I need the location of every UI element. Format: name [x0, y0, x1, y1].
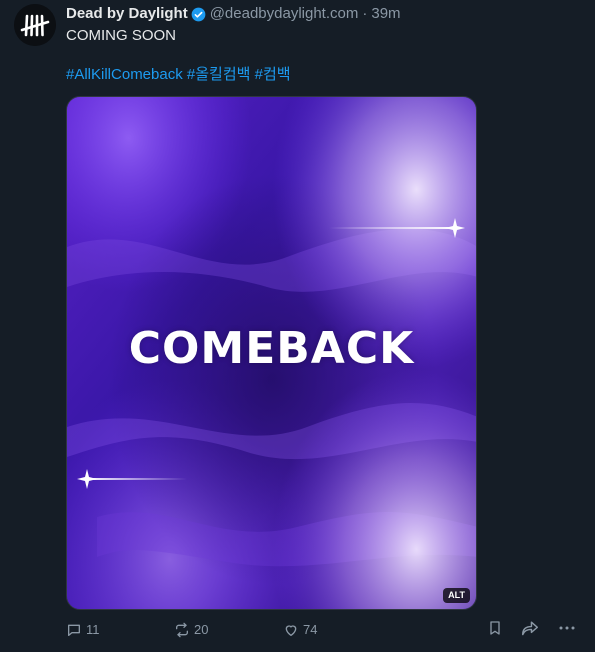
- hashtag-link[interactable]: #AllKillComeback: [66, 66, 183, 83]
- share-icon: [521, 620, 539, 636]
- repost-count: 20: [194, 622, 209, 637]
- reply-icon: [66, 622, 82, 638]
- separator: ·: [362, 5, 368, 22]
- more-icon: [558, 620, 576, 636]
- repost-button[interactable]: 20: [174, 620, 208, 640]
- handle[interactable]: @deadbydaylight.com: [210, 5, 359, 23]
- repost-icon: [174, 622, 190, 638]
- post-image[interactable]: COMEBACK ALT: [66, 96, 477, 610]
- display-name[interactable]: Dead by Daylight: [66, 5, 188, 23]
- alt-text-button[interactable]: ALT: [443, 588, 470, 603]
- hashtag-link[interactable]: #컴백: [255, 66, 291, 83]
- heart-icon: [283, 622, 299, 638]
- reply-button[interactable]: 11: [66, 620, 100, 640]
- like-count: 74: [303, 622, 318, 637]
- bookmark-icon: [487, 620, 503, 636]
- action-bar: 11 20 74: [0, 620, 595, 644]
- like-button[interactable]: 74: [283, 620, 317, 640]
- avatar[interactable]: [14, 4, 56, 46]
- post[interactable]: Dead by Daylight @deadbydaylight.com · 3…: [0, 0, 595, 652]
- post-header: Dead by Daylight @deadbydaylight.com · 3…: [66, 5, 401, 23]
- timestamp[interactable]: 39m: [371, 5, 400, 23]
- reply-count: 11: [86, 622, 100, 637]
- more-button[interactable]: [558, 620, 576, 636]
- hashtag-line: #AllKillComeback #올킬컴백 #컴백: [66, 66, 291, 84]
- share-button[interactable]: [521, 620, 539, 636]
- artwork-title: COMEBACK: [128, 323, 415, 374]
- verified-badge-icon: [191, 7, 206, 22]
- bookmark-button[interactable]: [487, 620, 503, 636]
- tally-marks-logo-icon: [14, 4, 56, 46]
- hashtag-link[interactable]: #올킬컴백: [187, 66, 251, 83]
- post-text: COMING SOON: [66, 27, 177, 44]
